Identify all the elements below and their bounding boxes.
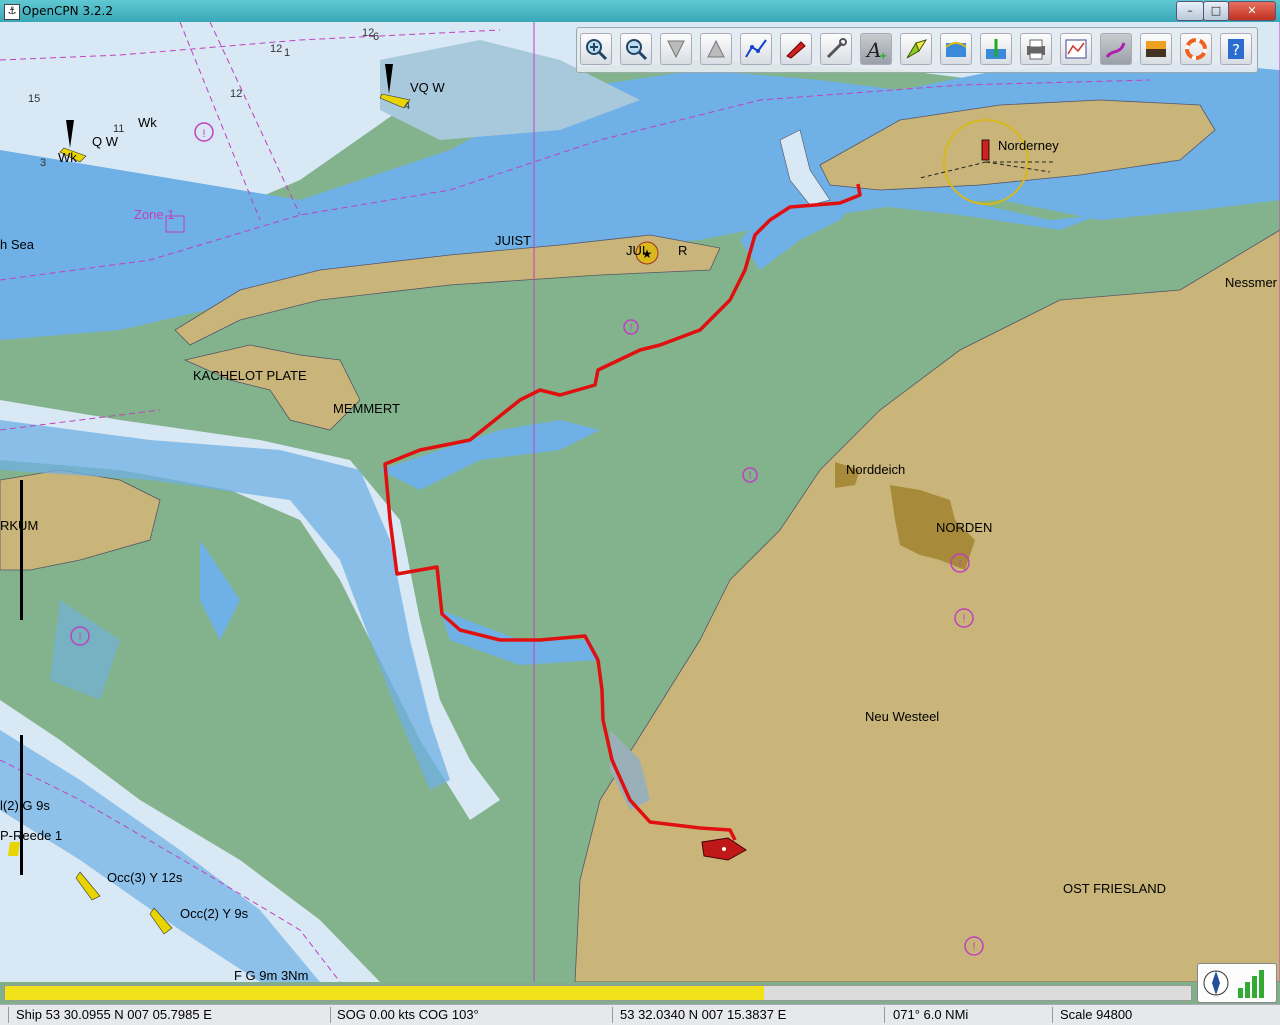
depth-1-label: 1	[284, 47, 290, 59]
depth-4-label: 4	[404, 100, 410, 112]
borkum-label: RKUM	[0, 518, 38, 533]
zone-label: Zone 1	[134, 207, 174, 222]
mob-button[interactable]	[1180, 33, 1212, 65]
wreck-depth-label-2: 3	[40, 157, 46, 169]
nessmer-label: Nessmer	[1225, 275, 1278, 290]
bearing-distance-status: 071° 6.0 NMi	[893, 1007, 969, 1022]
ost-friesland-label: OST FRIESLAND	[1063, 881, 1166, 896]
norderney-label: Norderney	[998, 138, 1059, 153]
juist-label: JUIST	[495, 233, 531, 248]
buoy-occ3-label: Occ(3) Y 12s	[107, 870, 183, 885]
auto-follow-button[interactable]	[780, 33, 812, 65]
norddeich-label: Norddeich	[846, 462, 905, 477]
buoy-g9-label: l(2) G 9s	[0, 798, 50, 813]
light-fg-label: F G 9m 3Nm	[234, 968, 308, 982]
auto-follow-icon	[786, 41, 806, 59]
ship-position-status: Ship 53 30.0955 N 007 05.7985 E	[16, 1007, 212, 1022]
sog-cog-status: SOG 0.00 kts COG 103°	[337, 1007, 479, 1022]
zoom-out-icon	[626, 39, 648, 61]
help-icon: ?	[1228, 39, 1244, 59]
zoom-in-icon	[586, 39, 608, 61]
depth-12-label-2: 12	[270, 43, 282, 55]
r-label: R	[678, 243, 687, 258]
scale-in-icon	[667, 40, 685, 59]
plugin-chart-icon	[1065, 39, 1087, 59]
reede-label: P-Reede 1	[0, 828, 62, 843]
options-button[interactable]	[820, 33, 852, 65]
route-button[interactable]	[740, 33, 772, 65]
neu-westeel-label: Neu Westeel	[865, 709, 939, 724]
gps-signal-icon	[1238, 970, 1264, 998]
scale-out-icon	[707, 39, 725, 58]
help-button[interactable]: ?	[1220, 33, 1252, 65]
svg-text:!: !	[748, 470, 751, 482]
window-title: OpenCPN 3.2.2	[22, 4, 113, 18]
enc-text-button[interactable]: A +	[860, 33, 892, 65]
juist-label-2: JUI	[626, 243, 646, 258]
chart-quilt-bar[interactable]	[4, 985, 1192, 1001]
route-manager-button[interactable]	[980, 33, 1012, 65]
buoy-occ2-label: Occ(2) Y 9s	[180, 906, 249, 921]
close-button[interactable]: ✕	[1228, 1, 1276, 21]
opencpn-logo-icon: ⚓	[4, 4, 20, 20]
svg-text:!: !	[629, 322, 632, 334]
kachelot-plate-label: KACHELOT PLATE	[193, 368, 307, 383]
chart-scale-status: Scale 94800	[1060, 1007, 1133, 1022]
scale-out-button[interactable]	[700, 33, 732, 65]
tides-button[interactable]	[940, 33, 972, 65]
tracking-button[interactable]	[1100, 33, 1132, 65]
memmert-label: MEMMERT	[333, 401, 400, 416]
zoom-in-button[interactable]	[580, 33, 612, 65]
route-icon	[745, 39, 767, 58]
currents-button[interactable]	[900, 33, 932, 65]
mob-icon	[1185, 38, 1207, 60]
north-sea-label: h Sea	[0, 237, 35, 252]
cursor-position-status: 53 32.0340 N 007 15.3837 E	[620, 1007, 787, 1022]
color-scheme-button[interactable]	[1140, 33, 1172, 65]
norden-label: NORDEN	[936, 520, 992, 535]
svg-text:!: !	[958, 558, 961, 570]
svg-text:!: !	[972, 941, 975, 953]
depth-15-label: 15	[28, 93, 40, 105]
window-titlebar: ⚓ OpenCPN 3.2.2 – □ ✕	[0, 0, 1280, 22]
nautical-chart[interactable]: !!! !!!! ★ 15 12 12 12 6 1 4 VQ W Q W Wk…	[0, 22, 1280, 982]
print-icon	[1027, 39, 1045, 60]
depth-12-label: 12	[230, 88, 242, 100]
minimize-button[interactable]: –	[1176, 1, 1204, 21]
track-icon	[1105, 42, 1126, 58]
wreck-label-2: Wk	[58, 150, 77, 165]
text-icon: A+	[865, 38, 887, 61]
main-toolbar: A + ?	[576, 27, 1258, 73]
zoom-out-button[interactable]	[620, 33, 652, 65]
color-scheme-icon	[1146, 41, 1166, 57]
svg-text:!: !	[962, 613, 965, 625]
current-icon	[906, 39, 928, 59]
print-button[interactable]	[1020, 33, 1052, 65]
scale-in-button[interactable]	[660, 33, 692, 65]
buoy-q-w-label: Q W	[92, 134, 119, 149]
svg-text:?: ?	[1232, 41, 1240, 59]
status-bar: Ship 53 30.0955 N 007 05.7985 E SOG 0.00…	[0, 1004, 1280, 1025]
wreck-depth-label: 11	[113, 123, 124, 135]
svg-text:+: +	[879, 51, 887, 61]
options-icon	[826, 38, 847, 59]
maximize-button[interactable]: □	[1203, 1, 1229, 21]
depth-6-label: 6	[373, 31, 379, 43]
svg-text:!: !	[202, 128, 205, 140]
compass-icon	[1203, 970, 1264, 998]
route-manager-icon	[986, 39, 1006, 59]
plugin-chart-button[interactable]	[1060, 33, 1092, 65]
tide-icon	[945, 42, 967, 57]
chart-quilt-fill	[5, 986, 765, 1000]
chart-canvas[interactable]: !!! !!!! ★ 15 12 12 12 6 1 4 VQ W Q W Wk…	[0, 22, 1280, 982]
wreck-label: Wk	[138, 115, 157, 130]
svg-text:!: !	[78, 631, 81, 643]
buoy-vq-w-label: VQ W	[410, 80, 445, 95]
compass-widget[interactable]	[1197, 963, 1277, 1003]
